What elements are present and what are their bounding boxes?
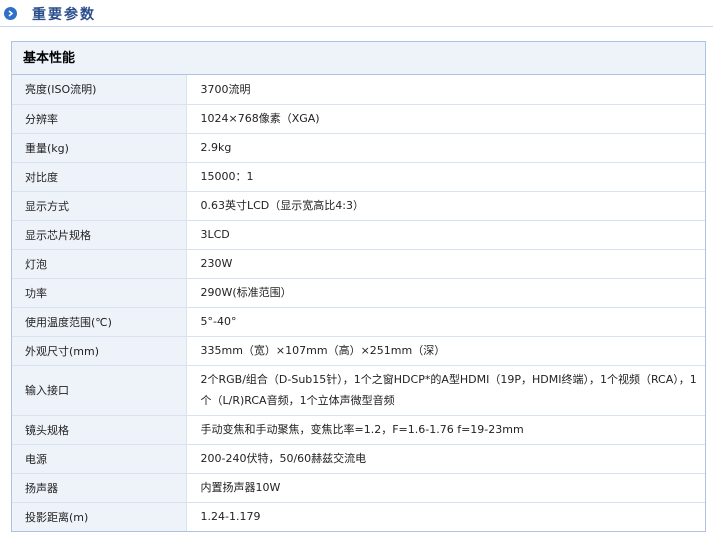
spec-value: 3700流明: [186, 75, 705, 105]
spec-label: 扬声器: [12, 473, 187, 503]
spec-label: 外观尺寸(mm): [12, 336, 187, 366]
spec-value: 2.9kg: [186, 133, 705, 163]
spec-value: 5°-40°: [186, 307, 705, 337]
spec-label: 对比度: [12, 162, 187, 192]
section-title: 重要参数: [32, 7, 96, 23]
spec-row-display-mode: 显示方式 0.63英寸LCD（显示宽高比4:3）: [12, 191, 705, 221]
spec-row-power: 功率 290W(标准范围）: [12, 278, 705, 308]
spec-label: 显示方式: [12, 191, 187, 221]
spec-row-power-supply: 电源 200-240伏特，50/60赫兹交流电: [12, 444, 705, 474]
spec-row-dimensions: 外观尺寸(mm) 335mm（宽）×107mm（高）×251mm（深）: [12, 336, 705, 366]
spec-label: 使用温度范围(℃): [12, 307, 187, 337]
panel-title: 基本性能: [12, 42, 705, 75]
spec-label: 功率: [12, 278, 187, 308]
section-header: 重要参数: [0, 0, 713, 28]
spec-row-speaker: 扬声器 内置扬声器10W: [12, 473, 705, 503]
spec-label: 亮度(ISO流明): [12, 75, 187, 105]
spec-panel: 基本性能 亮度(ISO流明) 3700流明 分辨率 1024×768像素（XGA…: [11, 41, 706, 532]
spec-value: 290W(标准范围）: [186, 278, 705, 308]
spec-row-lens: 镜头规格 手动变焦和手动聚焦，变焦比率=1.2，F=1.6-1.76 f=19-…: [12, 415, 705, 445]
spec-value: 手动变焦和手动聚焦，变焦比率=1.2，F=1.6-1.76 f=19-23mm: [186, 415, 705, 445]
spec-label: 重量(kg): [12, 133, 187, 163]
spec-value: 200-240伏特，50/60赫兹交流电: [186, 444, 705, 474]
spec-value: 1024×768像素（XGA): [186, 104, 705, 134]
spec-value: 230W: [186, 249, 705, 279]
spec-label: 输入接口: [12, 365, 187, 416]
spec-label: 投影距离(m): [12, 502, 187, 531]
spec-value: 2个RGB/组合（D-Sub15针），1个之窗HDCP*的A型HDMI（19P，…: [186, 365, 705, 416]
spec-label: 电源: [12, 444, 187, 474]
spec-row-contrast: 对比度 15000：1: [12, 162, 705, 192]
spec-row-throw-distance: 投影距离(m) 1.24-1.179: [12, 502, 705, 531]
spec-value: 15000：1: [186, 162, 705, 192]
spec-row-temperature: 使用温度范围(℃) 5°-40°: [12, 307, 705, 337]
spec-value: 1.24-1.179: [200, 510, 261, 524]
spec-row-resolution: 分辨率 1024×768像素（XGA): [12, 104, 705, 134]
spec-label: 分辨率: [12, 104, 187, 134]
arrow-right-circle-icon: [4, 7, 17, 20]
spec-table: 亮度(ISO流明) 3700流明 分辨率 1024×768像素（XGA) 重量(…: [12, 75, 705, 531]
spec-row-brightness: 亮度(ISO流明) 3700流明: [12, 75, 705, 105]
spec-row-lamp: 灯泡 230W: [12, 249, 705, 279]
spec-row-inputs: 输入接口 2个RGB/组合（D-Sub15针），1个之窗HDCP*的A型HDMI…: [12, 365, 705, 416]
spec-value: 内置扬声器10W: [186, 473, 705, 503]
spec-row-chip: 显示芯片规格 3LCD: [12, 220, 705, 250]
spec-label: 镜头规格: [12, 415, 187, 445]
spec-label: 显示芯片规格: [12, 220, 187, 250]
spec-value: 0.63英寸LCD（显示宽高比4:3）: [186, 191, 705, 221]
spec-row-weight: 重量(kg) 2.9kg: [12, 133, 705, 163]
spec-label: 灯泡: [12, 249, 187, 279]
spec-value: 3LCD: [186, 220, 705, 250]
header-divider: [0, 26, 713, 27]
spec-value: 335mm（宽）×107mm（高）×251mm（深）: [186, 336, 705, 366]
